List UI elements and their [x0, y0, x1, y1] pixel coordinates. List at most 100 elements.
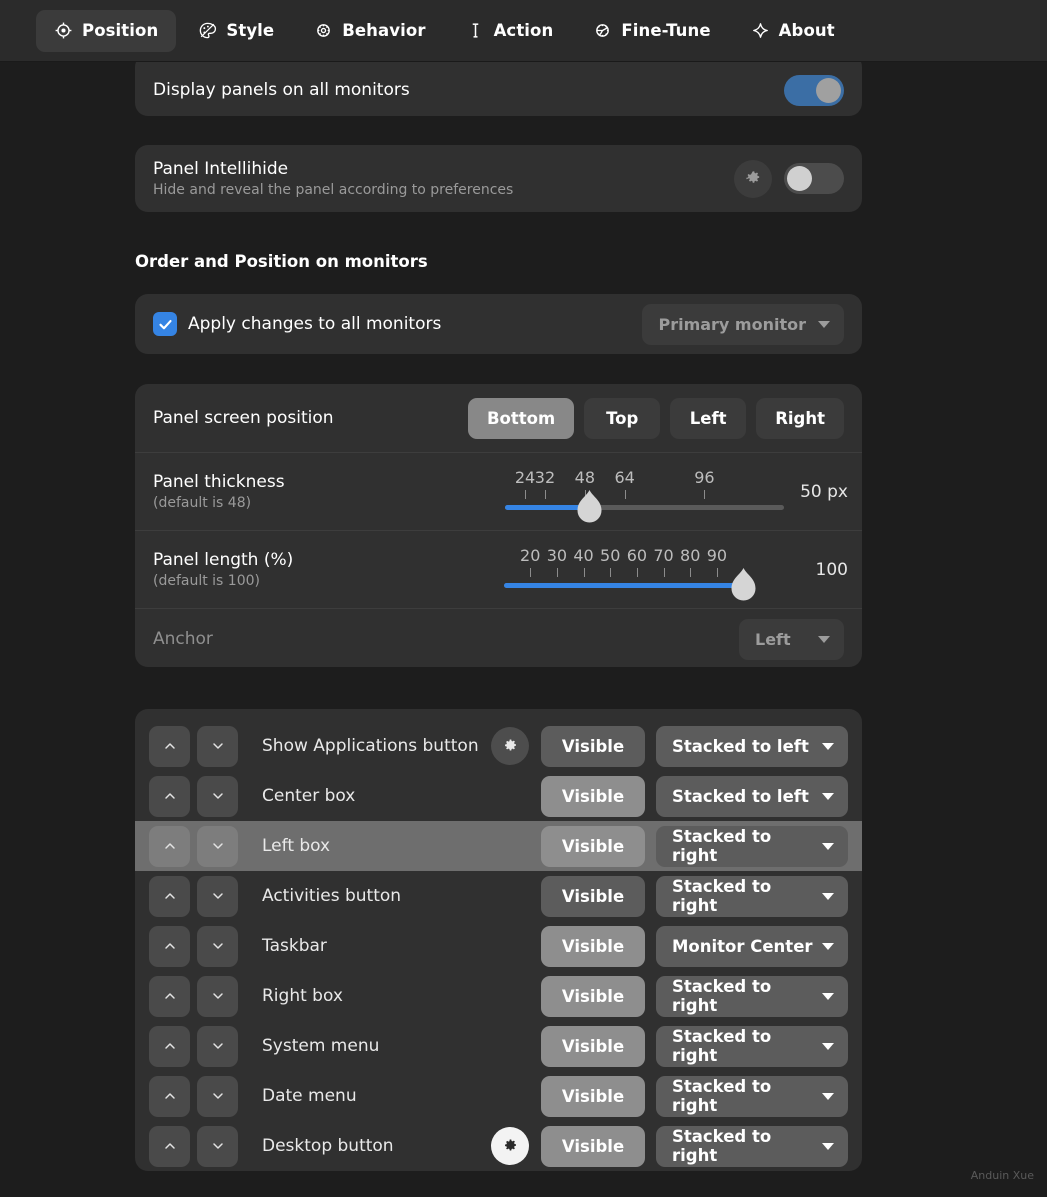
panel-element-row[interactable]: Center box Visible Stacked to left: [135, 771, 862, 821]
panel-element-row[interactable]: System menu Visible Stacked to right: [135, 1021, 862, 1071]
panel-element-row[interactable]: TaskbarVisibleMonitor Center: [135, 921, 862, 971]
order-position-heading: Order and Position on monitors: [135, 252, 428, 271]
slider-tick-mark: [557, 568, 558, 577]
slider-tick-mark: [690, 568, 691, 577]
slider-fill: [504, 583, 744, 588]
panel-element-row[interactable]: Activities buttonVisibleStacked to right: [135, 871, 862, 921]
move-down-button[interactable]: [197, 926, 238, 967]
move-up-button[interactable]: [149, 1026, 190, 1067]
tab-fine-tune[interactable]: Fine-Tune: [575, 10, 728, 52]
tab-action[interactable]: Action: [448, 10, 572, 52]
panel-element-name: System menu: [262, 1036, 379, 1056]
element-position-dropdown[interactable]: Stacked to right: [656, 876, 848, 917]
move-down-button[interactable]: [197, 976, 238, 1017]
element-settings-gear-icon[interactable]: [491, 727, 529, 765]
slider-tick-mark: [610, 568, 611, 577]
tab-position[interactable]: Position: [36, 10, 176, 52]
panel-element-row[interactable]: Left boxVisibleStacked to right: [135, 821, 862, 871]
panel-length-row: Panel length (%) (default is 100) 203040…: [135, 531, 862, 608]
move-up-button[interactable]: [149, 726, 190, 767]
position-option-left[interactable]: Left: [670, 398, 746, 439]
length-text-block: Panel length (%) (default is 100): [153, 550, 293, 589]
chevron-down-icon: [822, 993, 834, 1000]
element-visibility-button[interactable]: Visible: [541, 1126, 645, 1167]
position-option-top[interactable]: Top: [584, 398, 660, 439]
move-up-button[interactable]: [149, 976, 190, 1017]
toggle-knob: [816, 78, 841, 103]
panel-element-row[interactable]: Right boxVisibleStacked to right: [135, 971, 862, 1021]
slider-handle[interactable]: [730, 568, 757, 602]
move-down-button[interactable]: [197, 826, 238, 867]
slider-tick-label: 70: [653, 546, 673, 565]
panel-element-row[interactable]: Date menuVisibleStacked to right: [135, 1071, 862, 1121]
element-visibility-button[interactable]: Visible: [541, 726, 645, 767]
apply-all-monitors-label: Apply changes to all monitors: [188, 314, 441, 334]
chevron-down-icon: [822, 843, 834, 850]
intellihide-settings-gear-icon[interactable]: [734, 160, 772, 198]
apply-all-monitors-checkbox[interactable]: [153, 312, 177, 336]
slider-tick-mark: [717, 568, 718, 577]
move-down-button[interactable]: [197, 1026, 238, 1067]
element-position-dropdown[interactable]: Stacked to right: [656, 1026, 848, 1067]
slider-tick-mark: [664, 568, 665, 577]
element-position-value: Stacked to right: [672, 1077, 822, 1115]
slider-tick-label: 30: [547, 546, 567, 565]
element-visibility-button[interactable]: Visible: [541, 876, 645, 917]
move-up-button[interactable]: [149, 926, 190, 967]
tab-label: Style: [226, 21, 274, 40]
tab-style[interactable]: Style: [180, 10, 292, 52]
move-up-button[interactable]: [149, 1076, 190, 1117]
move-up-button[interactable]: [149, 776, 190, 817]
element-visibility-button[interactable]: Visible: [541, 826, 645, 867]
intellihide-subtitle: Hide and reveal the panel according to p…: [153, 182, 513, 198]
panel-thickness-default: (default is 48): [153, 495, 285, 511]
position-option-right[interactable]: Right: [756, 398, 844, 439]
move-up-button[interactable]: [149, 1126, 190, 1167]
element-visibility-button[interactable]: Visible: [541, 926, 645, 967]
display-all-monitors-toggle[interactable]: [784, 75, 844, 106]
move-down-button[interactable]: [197, 876, 238, 917]
element-position-dropdown[interactable]: Stacked to right: [656, 1076, 848, 1117]
element-position-value: Stacked to left: [672, 787, 809, 806]
element-position-dropdown[interactable]: Stacked to left: [656, 776, 848, 817]
monitor-select-dropdown[interactable]: Primary monitor: [642, 304, 844, 345]
element-position-dropdown[interactable]: Stacked to right: [656, 826, 848, 867]
element-settings-gear-icon[interactable]: [491, 1127, 529, 1165]
chevron-down-icon: [822, 1143, 834, 1150]
move-down-button[interactable]: [197, 726, 238, 767]
element-position-dropdown[interactable]: Monitor Center: [656, 926, 848, 967]
move-down-button[interactable]: [197, 1126, 238, 1167]
panel-anchor-dropdown[interactable]: Left: [739, 619, 844, 660]
panel-thickness-slider[interactable]: 2432486496: [503, 462, 786, 522]
element-visibility-button[interactable]: Visible: [541, 1026, 645, 1067]
panel-element-row[interactable]: Desktop buttonVisibleStacked to right: [135, 1121, 862, 1171]
display-all-monitors-card: Display panels on all monitors: [135, 62, 862, 116]
move-down-button[interactable]: [197, 1076, 238, 1117]
tab-behavior[interactable]: Behavior: [296, 10, 443, 52]
panel-length-slider[interactable]: 2030405060708090: [502, 540, 802, 600]
element-visibility-button[interactable]: Visible: [541, 776, 645, 817]
slider-tick-label: 48: [575, 468, 595, 487]
intellihide-toggle[interactable]: [784, 163, 844, 194]
panel-element-row[interactable]: Show Applications buttonVisibleStacked t…: [135, 721, 862, 771]
tab-bar: Position Style: [0, 0, 1047, 62]
chevron-down-icon: [822, 943, 834, 950]
slider-tick-label: 24: [515, 468, 535, 487]
element-position-dropdown[interactable]: Stacked to right: [656, 1126, 848, 1167]
slider-tick-label: 40: [573, 546, 593, 565]
element-position-value: Stacked to left: [672, 737, 809, 756]
element-visibility-button[interactable]: Visible: [541, 1076, 645, 1117]
element-visibility-button[interactable]: Visible: [541, 976, 645, 1017]
move-up-button[interactable]: [149, 876, 190, 917]
move-down-button[interactable]: [197, 776, 238, 817]
position-option-bottom[interactable]: Bottom: [468, 398, 574, 439]
settings-scroll-area[interactable]: Display panels on all monitors Panel Int…: [0, 62, 1047, 1197]
panel-element-name: Center box: [262, 786, 355, 806]
element-position-dropdown[interactable]: Stacked to right: [656, 976, 848, 1017]
tab-about[interactable]: About: [733, 10, 853, 52]
move-up-button[interactable]: [149, 826, 190, 867]
element-position-dropdown[interactable]: Stacked to left: [656, 726, 848, 767]
slider-handle[interactable]: [576, 490, 603, 524]
thickness-text-block: Panel thickness (default is 48): [153, 472, 285, 511]
slider-tick-label: 90: [707, 546, 727, 565]
